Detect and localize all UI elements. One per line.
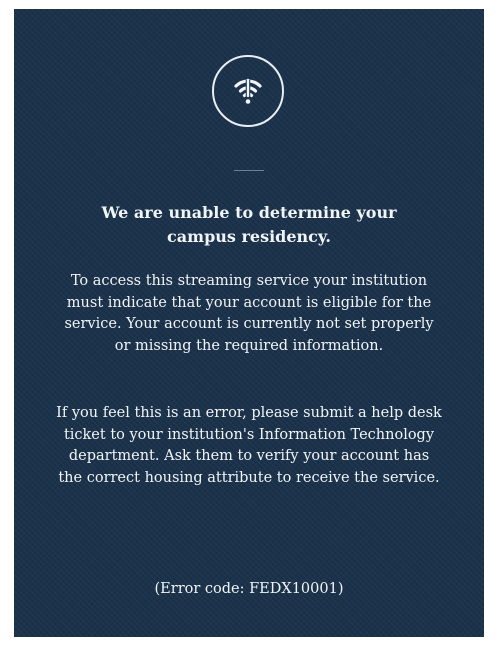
help-desk-message: If you feel this is an error, please sub… bbox=[56, 405, 442, 486]
eligibility-message: To access this streaming service your in… bbox=[64, 273, 434, 354]
error-heading: We are unable to determine your campus r… bbox=[101, 203, 397, 246]
wifi-off-icon bbox=[212, 55, 284, 127]
error-panel: We are unable to determine your campus r… bbox=[14, 9, 484, 637]
divider bbox=[234, 170, 264, 171]
error-code: (Error code: FEDX10001) bbox=[154, 581, 344, 597]
